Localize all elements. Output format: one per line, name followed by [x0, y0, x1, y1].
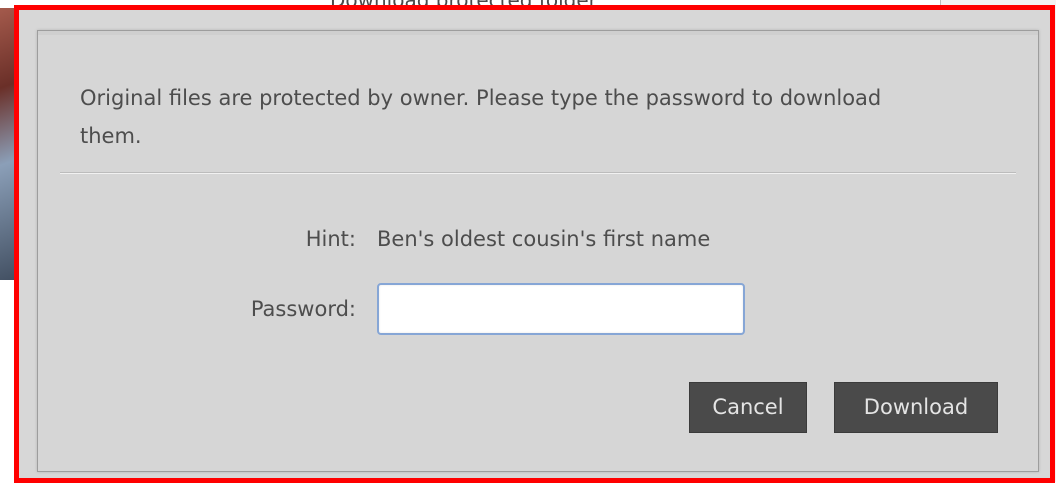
- hint-text: Ben's oldest cousin's first name: [377, 227, 711, 251]
- cancel-button[interactable]: Cancel: [689, 382, 807, 433]
- download-button[interactable]: Download: [834, 382, 998, 433]
- password-input[interactable]: [377, 283, 745, 335]
- protected-files-message: Original files are protected by owner. P…: [80, 86, 882, 148]
- hint-label: Hint:: [305, 227, 356, 251]
- password-label: Password:: [250, 297, 356, 321]
- dialog-divider: [60, 172, 1016, 174]
- password-dialog: Original files are protected by owner. P…: [37, 30, 1039, 472]
- dialog-top-edge: [38, 31, 1038, 35]
